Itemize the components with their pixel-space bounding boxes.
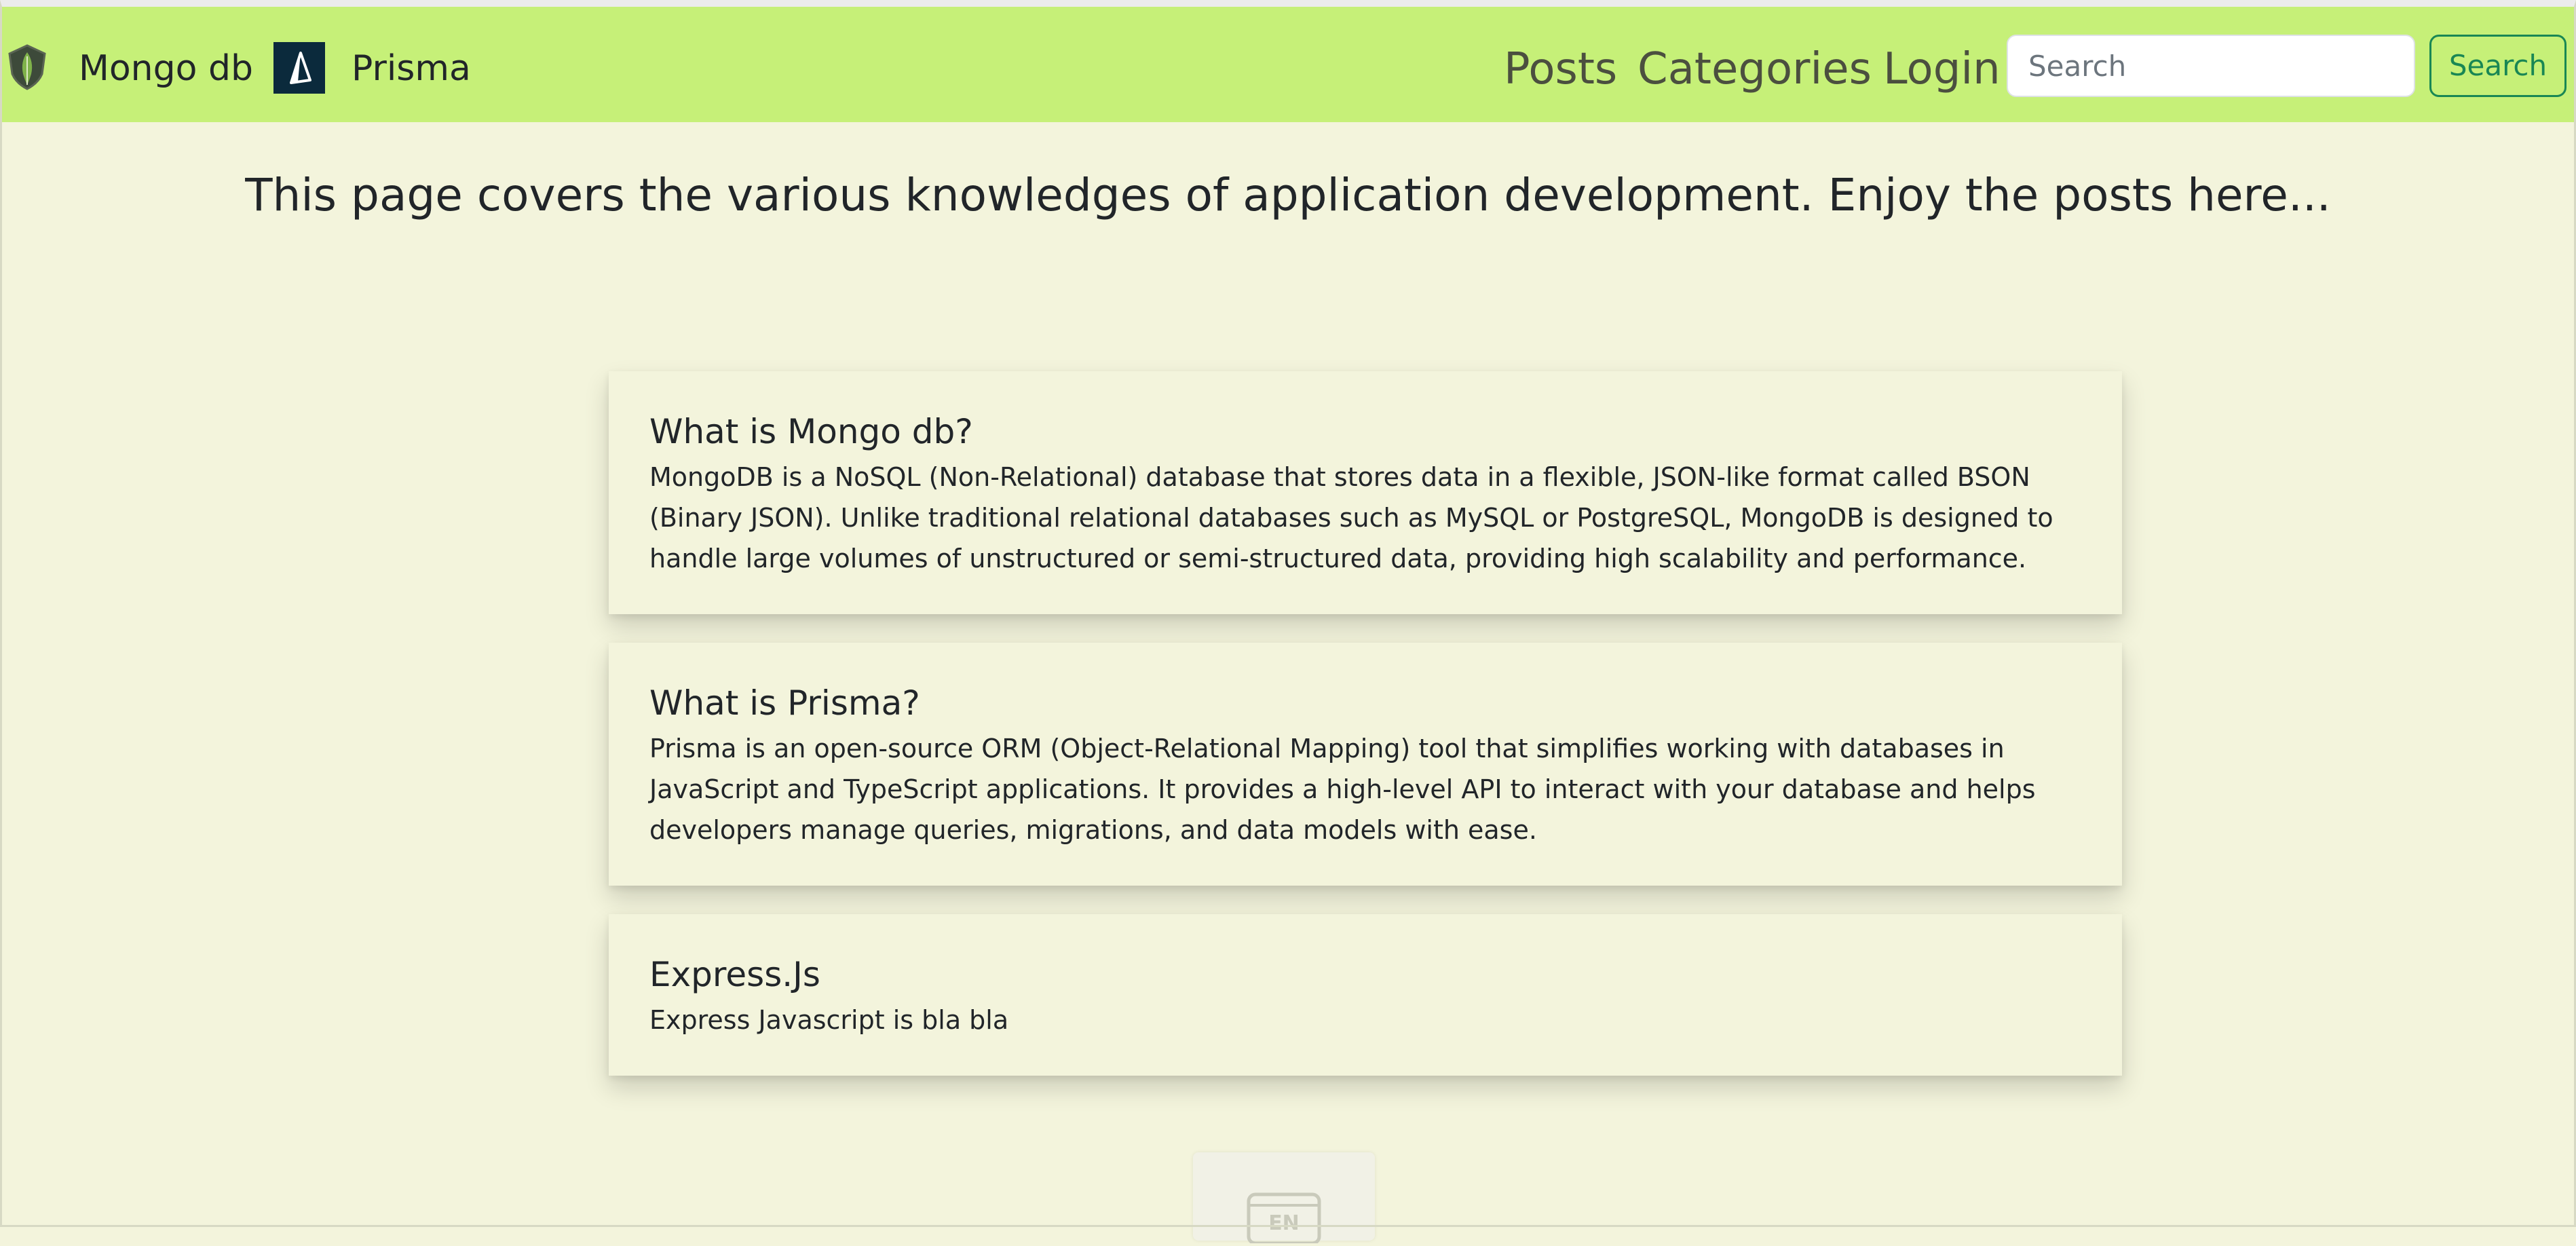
nav-link-categories[interactable]: Categories	[1637, 42, 1872, 96]
page-intro-heading: This page covers the various knowledges …	[245, 169, 2331, 221]
language-switcher[interactable]: EN	[1193, 1152, 1375, 1245]
post-card[interactable]: What is Prisma? Prisma is an open-source…	[609, 643, 2122, 886]
post-body: Express Javascript is bla bla	[649, 1005, 1009, 1035]
brand-prisma-link[interactable]: Prisma	[352, 45, 471, 92]
nav-link-posts[interactable]: Posts	[1504, 42, 1617, 96]
post-card[interactable]: Express.Js Express Javascript is bla bla	[609, 914, 2122, 1076]
nav-link-login[interactable]: Login	[1883, 42, 2001, 96]
mongodb-leaf-icon[interactable]	[7, 44, 48, 90]
top-navbar: Mongo db Prisma Posts Categories Login S…	[0, 7, 2576, 122]
prisma-triangle-icon[interactable]	[273, 42, 325, 94]
post-title: Express.Js	[649, 955, 820, 994]
post-body: Prisma is an open-source ORM (Object-Rel…	[649, 734, 2036, 845]
brand-mongodb-link[interactable]: Mongo db	[79, 45, 253, 92]
search-button[interactable]: Search	[2429, 35, 2566, 97]
search-input[interactable]	[2007, 35, 2415, 97]
post-card[interactable]: What is Mongo db? MongoDB is a NoSQL (No…	[609, 371, 2122, 614]
post-body: MongoDB is a NoSQL (Non-Relational) data…	[649, 462, 2053, 573]
post-title: What is Prisma?	[649, 683, 920, 723]
language-keyboard-icon: EN	[1242, 1189, 1326, 1245]
language-label: EN	[1268, 1211, 1300, 1235]
post-title: What is Mongo db?	[649, 412, 973, 451]
